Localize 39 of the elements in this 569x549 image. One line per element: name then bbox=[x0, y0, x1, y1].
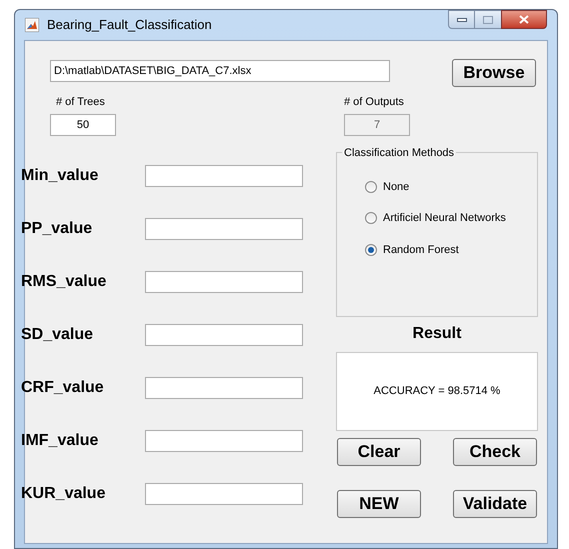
trees-label: # of Trees bbox=[55, 95, 106, 110]
feature-label: PP_value bbox=[21, 219, 94, 239]
feature-label: CRF_value bbox=[21, 378, 105, 398]
minimize-button[interactable] bbox=[448, 10, 475, 29]
feature-field[interactable] bbox=[145, 430, 303, 452]
action-button[interactable]: Browse bbox=[452, 59, 536, 87]
radio-button[interactable] bbox=[365, 212, 377, 224]
feature-field[interactable] bbox=[145, 324, 303, 346]
action-button[interactable]: Check bbox=[453, 438, 537, 466]
accuracy-text: ACCURACY = 98.5714 % bbox=[374, 384, 500, 399]
outputs-label: # of Outputs bbox=[344, 95, 405, 110]
radio-option[interactable]: None bbox=[365, 178, 537, 195]
radio-option[interactable]: Artificiel Neural Networks bbox=[365, 210, 537, 226]
action-button[interactable]: Clear bbox=[337, 438, 421, 466]
radio-button[interactable] bbox=[365, 244, 377, 256]
feature-label: SD_value bbox=[21, 325, 94, 345]
close-button[interactable] bbox=[501, 10, 547, 29]
feature-field[interactable] bbox=[145, 483, 303, 505]
feature-label: IMF_value bbox=[21, 431, 100, 451]
file-path-field[interactable]: D:\matlab\DATASET\BIG_DATA_C7.xlsx bbox=[50, 60, 390, 82]
minimize-icon bbox=[456, 18, 466, 22]
close-icon bbox=[519, 15, 529, 24]
result-title: Result bbox=[412, 324, 462, 344]
feature-field[interactable] bbox=[145, 271, 303, 293]
feature-field[interactable] bbox=[145, 377, 303, 399]
action-button[interactable]: NEW bbox=[337, 490, 421, 518]
trees-field[interactable]: 50 bbox=[50, 114, 116, 136]
radio-button[interactable] bbox=[365, 180, 377, 193]
feature-label: Min_value bbox=[21, 166, 100, 186]
action-button[interactable]: Validate bbox=[453, 490, 537, 518]
radio-option[interactable]: Random Forest bbox=[365, 242, 537, 258]
feature-field[interactable] bbox=[145, 165, 303, 187]
maximize-icon bbox=[483, 16, 493, 24]
feature-label: KUR_value bbox=[21, 484, 106, 504]
feature-label: RMS_value bbox=[21, 272, 108, 292]
maximize-button[interactable] bbox=[475, 10, 501, 29]
feature-field[interactable] bbox=[145, 218, 303, 240]
window-title: Bearing_Fault_Classification bbox=[47, 16, 212, 34]
matlab-logo-icon bbox=[25, 18, 39, 32]
